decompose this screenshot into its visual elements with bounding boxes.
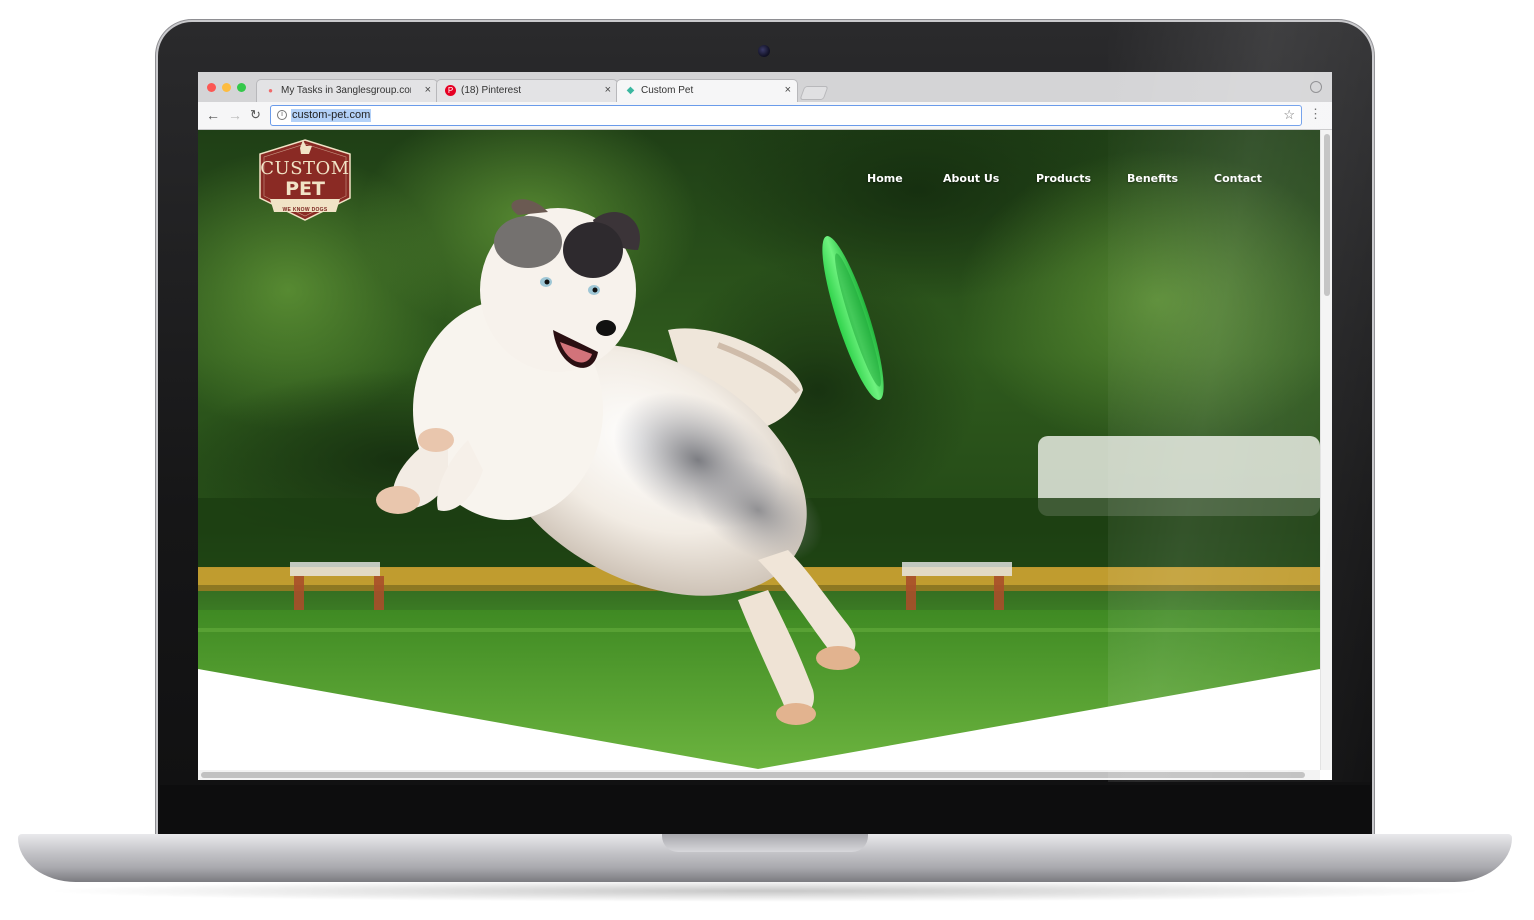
tab-asana[interactable]: ● My Tasks in 3anglesgroup.com ×: [256, 79, 438, 102]
tab-pinterest[interactable]: P (18) Pinterest ×: [436, 79, 618, 102]
nav-link-benefits[interactable]: Benefits: [1127, 172, 1178, 185]
tab-custom-pet[interactable]: ◆ Custom Pet ×: [616, 79, 798, 102]
laptop-opening-notch: [662, 834, 868, 852]
webcam: [758, 45, 770, 57]
diamond-favicon-icon: ◆: [626, 85, 635, 96]
new-tab-button[interactable]: [799, 86, 829, 100]
tab-close-icon[interactable]: ×: [425, 80, 431, 101]
reload-icon[interactable]: ↻: [250, 108, 261, 122]
tab-title: My Tasks in 3anglesgroup.com: [281, 85, 411, 96]
zoom-window-button[interactable]: [237, 83, 246, 92]
info-icon[interactable]: i: [277, 110, 287, 120]
vertical-scrollbar[interactable]: [1320, 130, 1332, 770]
laptop-mockup: ● My Tasks in 3anglesgroup.com × P (18) …: [0, 0, 1534, 920]
bookmark-star-icon[interactable]: ☆: [1283, 107, 1295, 123]
url-text[interactable]: custom-pet.com: [291, 109, 372, 122]
laptop-shadow: [40, 880, 1490, 902]
close-window-button[interactable]: [207, 83, 216, 92]
pinterest-icon: P: [445, 85, 456, 96]
tab-title: Custom Pet: [641, 85, 694, 96]
nav-link-about-us[interactable]: About Us: [943, 172, 999, 185]
browser-menu-icon[interactable]: ⋮: [1309, 107, 1322, 121]
web-page: CUSTOM PET WE KNOW DOGS Home About Us Pr…: [198, 130, 1332, 780]
browser-window: ● My Tasks in 3anglesgroup.com × P (18) …: [198, 72, 1332, 780]
back-arrow-icon[interactable]: ←: [206, 108, 220, 122]
profile-icon[interactable]: [1310, 81, 1322, 93]
nav-link-contact[interactable]: Contact: [1214, 172, 1262, 185]
asana-icon: ●: [268, 86, 273, 95]
tab-close-icon[interactable]: ×: [605, 80, 611, 101]
address-bar[interactable]: i custom-pet.com ☆: [270, 105, 1302, 126]
nav-link-products[interactable]: Products: [1036, 172, 1091, 185]
main-nav: Home About Us Products Benefits Contact: [198, 172, 1332, 188]
tab-bar: ● My Tasks in 3anglesgroup.com × P (18) …: [198, 72, 1332, 102]
logo-tagline: WE KNOW DOGS: [282, 207, 328, 213]
nav-link-home[interactable]: Home: [867, 172, 903, 185]
scrollbar-thumb[interactable]: [1324, 134, 1330, 296]
hero-image: [198, 130, 1320, 770]
forward-arrow-icon[interactable]: →: [228, 108, 242, 122]
browser-toolbar: ← → ↻ i custom-pet.com ☆ ⋮: [198, 102, 1332, 130]
tab-title: (18) Pinterest: [461, 85, 522, 96]
horizontal-scrollbar[interactable]: [198, 770, 1320, 780]
screen-bezel-bottom: [160, 785, 1370, 837]
scrollbar-thumb[interactable]: [201, 772, 1305, 778]
tab-close-icon[interactable]: ×: [785, 80, 791, 101]
minimize-window-button[interactable]: [222, 83, 231, 92]
